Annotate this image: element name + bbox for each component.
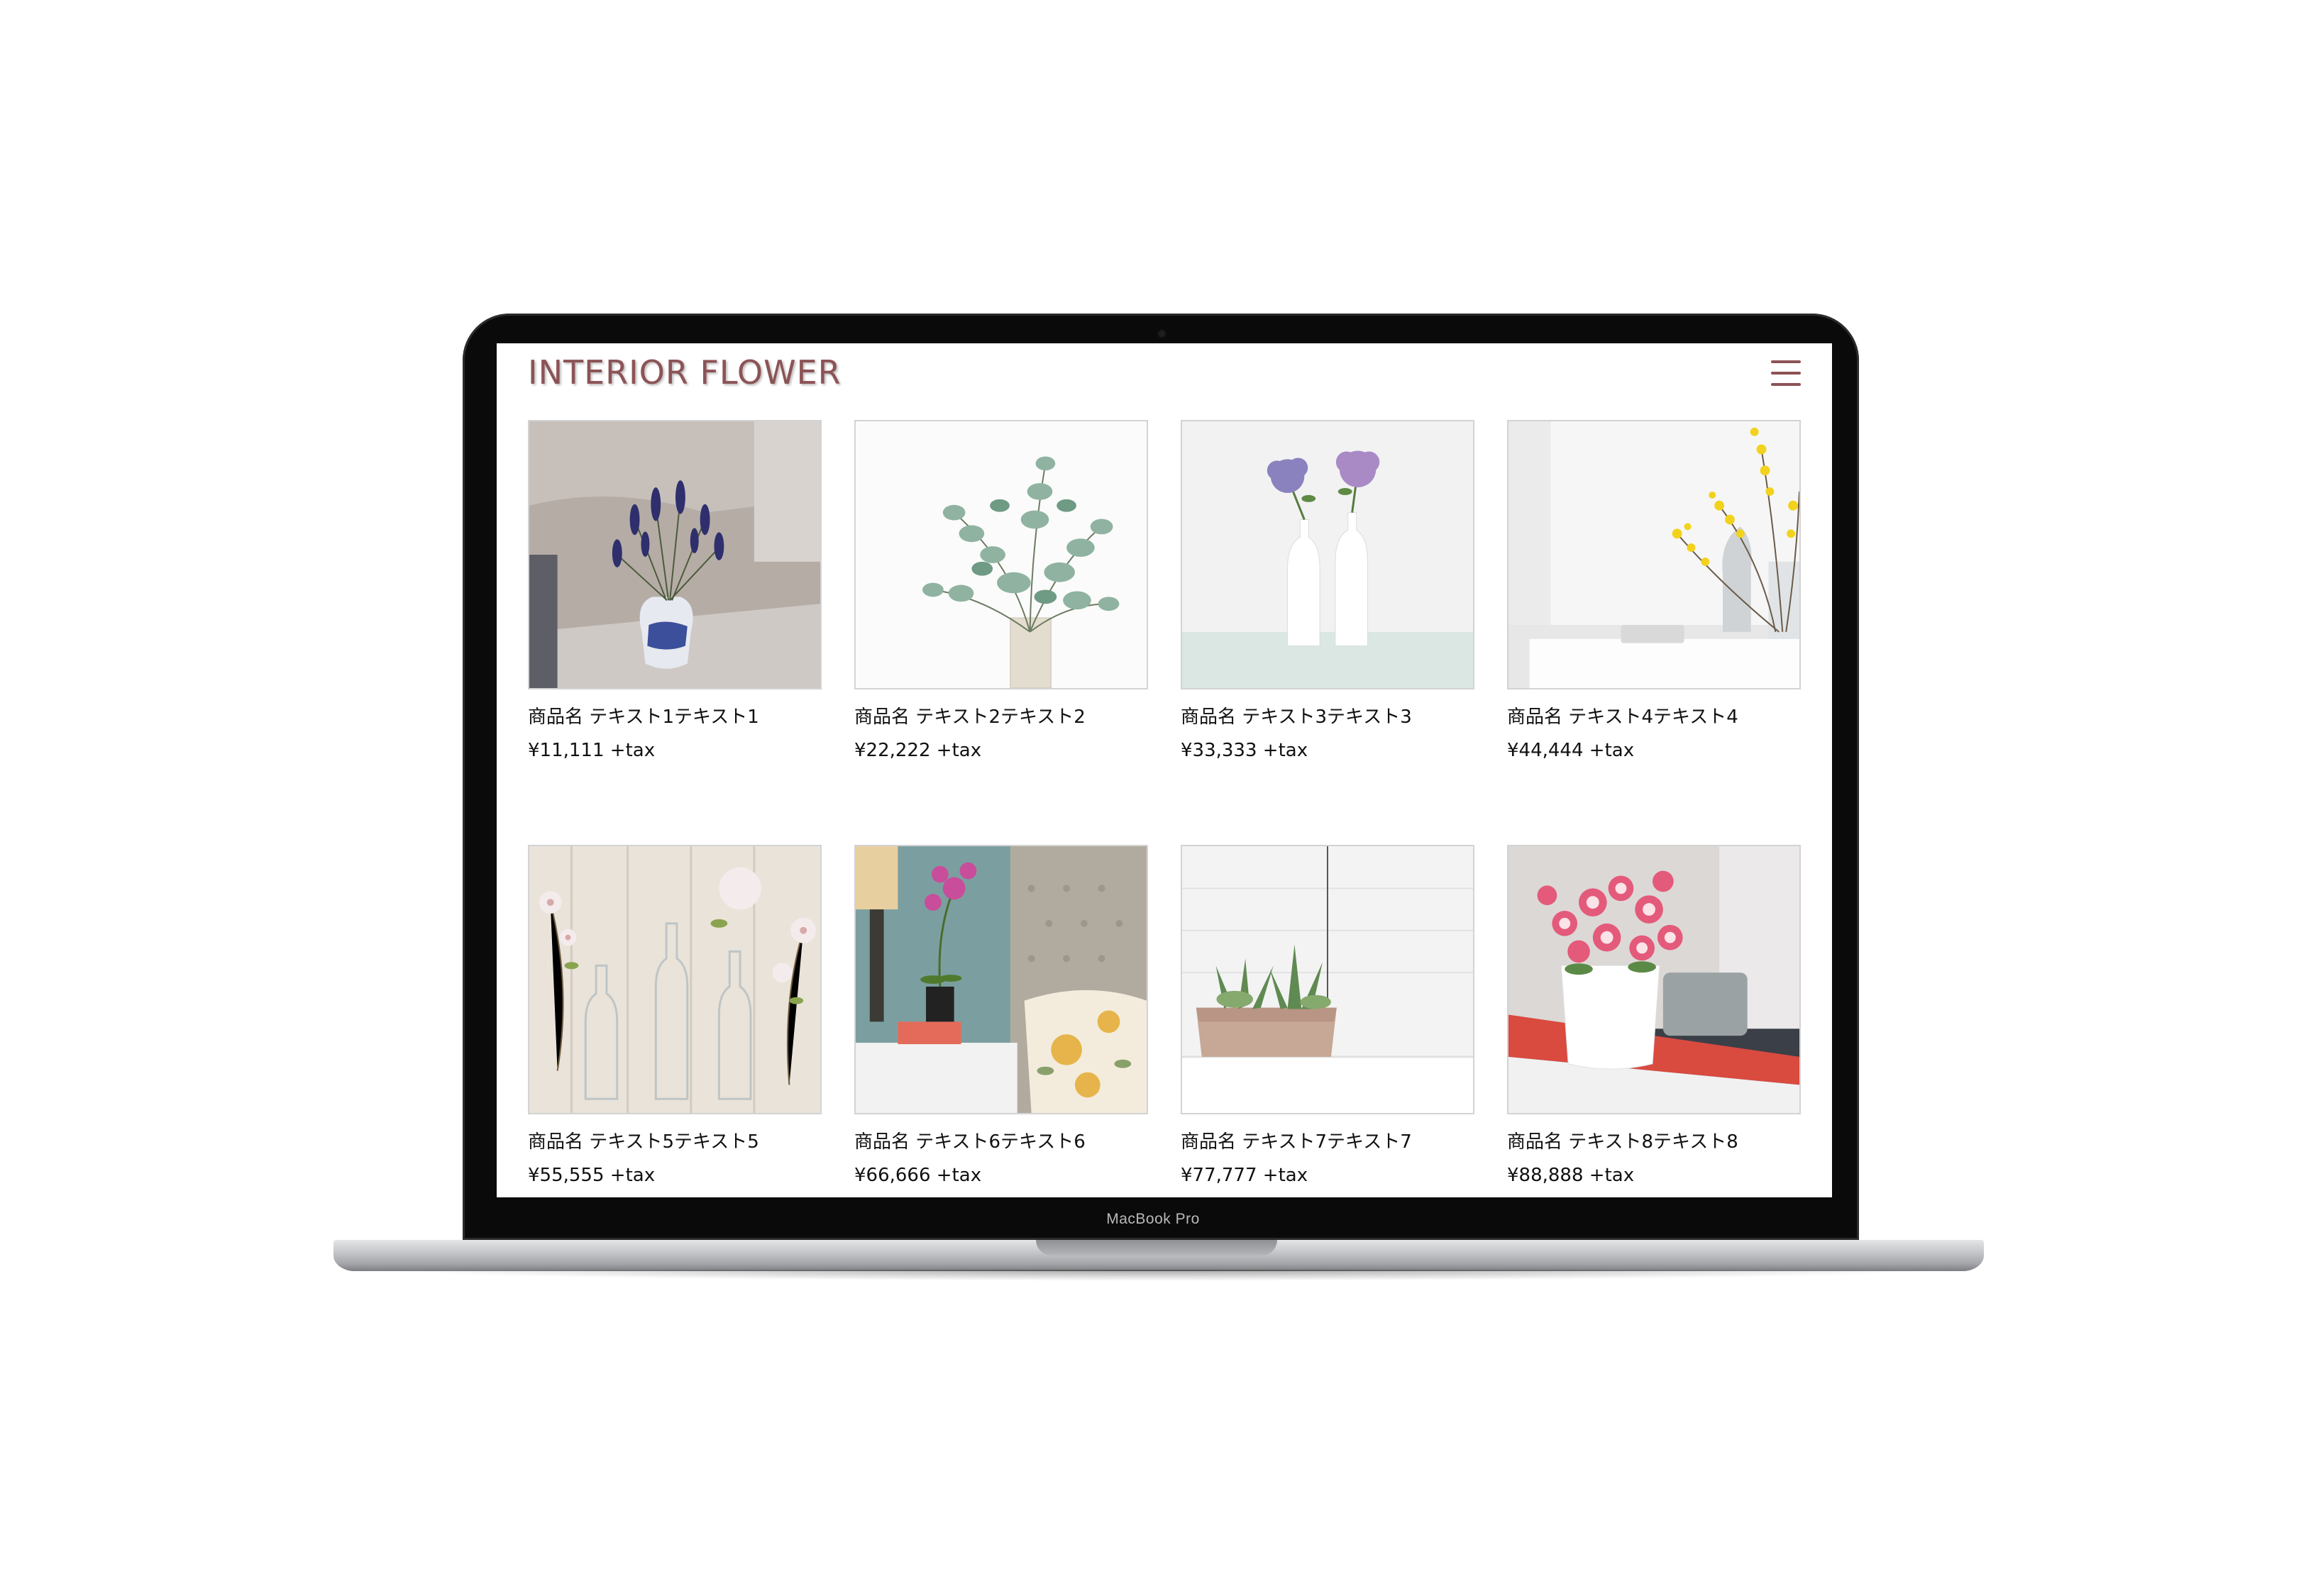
laptop-screen: INTERIOR FLOWER 商品名 テキスト1テキスト1 ¥11,111 +… — [497, 343, 1832, 1197]
product-card[interactable]: 商品名 テキスト6テキスト6 ¥66,666 +tax — [854, 845, 1148, 1186]
product-name[interactable]: 商品名 テキスト2テキスト2 — [854, 702, 1148, 728]
product-name[interactable]: 商品名 テキスト8テキスト8 — [1507, 1127, 1801, 1153]
product-card[interactable]: 商品名 テキスト1テキスト1 ¥11,111 +tax — [528, 420, 822, 761]
product-name[interactable]: 商品名 テキスト7テキスト7 — [1181, 1127, 1474, 1153]
product-image-hydrangea[interactable] — [1181, 420, 1474, 689]
product-price: ¥33,333 +tax — [1181, 740, 1308, 761]
menu-bar — [1771, 383, 1801, 386]
product-price: ¥44,444 +tax — [1507, 740, 1635, 761]
product-image-pink-flowers[interactable] — [1507, 845, 1801, 1114]
site-logo[interactable]: INTERIOR FLOWER — [528, 353, 842, 392]
product-grid: 商品名 テキスト1テキスト1 ¥11,111 +tax 商品名 テキスト2テキス… — [528, 420, 1802, 1186]
product-card[interactable]: 商品名 テキスト5テキスト5 ¥55,555 +tax — [528, 845, 822, 1186]
product-card[interactable]: 商品名 テキスト8テキスト8 ¥88,888 +tax — [1507, 845, 1801, 1186]
hamburger-menu-icon[interactable] — [1771, 360, 1801, 386]
product-name[interactable]: 商品名 テキスト1テキスト1 — [528, 702, 822, 728]
product-image-eucalyptus[interactable] — [854, 420, 1148, 689]
product-card[interactable]: 商品名 テキスト4テキスト4 ¥44,444 +tax — [1507, 420, 1801, 761]
product-image-blossoms[interactable] — [528, 845, 822, 1114]
product-price: ¥22,222 +tax — [854, 740, 982, 761]
laptop-model-label: MacBook Pro — [1106, 1211, 1200, 1227]
product-image-lavender[interactable] — [528, 420, 822, 689]
camera-icon — [1159, 331, 1165, 337]
product-price: ¥88,888 +tax — [1507, 1165, 1635, 1186]
product-name[interactable]: 商品名 テキスト5テキスト5 — [528, 1127, 822, 1153]
laptop-shadow — [369, 1270, 1948, 1281]
product-price: ¥11,111 +tax — [528, 740, 656, 761]
menu-bar — [1771, 360, 1801, 363]
product-price: ¥66,666 +tax — [854, 1165, 982, 1186]
product-price: ¥77,777 +tax — [1181, 1165, 1308, 1186]
product-image-succulents[interactable] — [1181, 845, 1474, 1114]
product-name[interactable]: 商品名 テキスト6テキスト6 — [854, 1127, 1148, 1153]
laptop-base-notch — [1036, 1240, 1277, 1256]
menu-bar — [1771, 372, 1801, 375]
product-card[interactable]: 商品名 テキスト3テキスト3 ¥33,333 +tax — [1181, 420, 1474, 761]
product-image-forsythia[interactable] — [1507, 420, 1801, 689]
product-name[interactable]: 商品名 テキスト3テキスト3 — [1181, 702, 1474, 728]
product-name[interactable]: 商品名 テキスト4テキスト4 — [1507, 702, 1801, 728]
product-card[interactable]: 商品名 テキスト2テキスト2 ¥22,222 +tax — [854, 420, 1148, 761]
product-image-orchid[interactable] — [854, 845, 1148, 1114]
product-price: ¥55,555 +tax — [528, 1165, 656, 1186]
product-card[interactable]: 商品名 テキスト7テキスト7 ¥77,777 +tax — [1181, 845, 1474, 1186]
